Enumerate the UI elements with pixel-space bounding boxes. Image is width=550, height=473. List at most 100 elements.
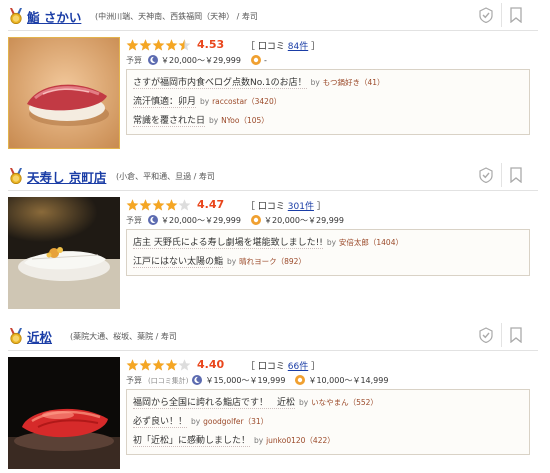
review-count-link[interactable]: 84件 — [288, 42, 308, 52]
header-separator — [8, 350, 538, 351]
quote-text[interactable]: 常識を覆された日 — [133, 116, 206, 127]
lunch-budget: - — [263, 56, 267, 65]
quote-by: by — [254, 436, 264, 445]
review-count: ［ 口コミ 66件 ］ — [246, 359, 320, 372]
lunch-budget: ￥10,000～￥14,999 — [308, 376, 389, 385]
quote-by: by — [227, 257, 237, 266]
restaurant-list: 鮨 さかい (中洲川端、天神南、西鉄福岡（天神） / 寿司 4.53 ［ 口コミ 84… — [0, 0, 550, 473]
quote-user[interactable]: 安倍太郎（1404） — [339, 238, 403, 247]
restaurant-name-link[interactable]: 天寿し 京町店 — [27, 167, 106, 186]
quote-text[interactable]: 必ず良い！！ — [133, 417, 188, 428]
budget-label: 予算 — [126, 56, 142, 65]
moon-icon — [148, 215, 158, 225]
restaurant-photo[interactable] — [8, 357, 120, 469]
restaurant-photo[interactable] — [8, 197, 120, 309]
star-empty-icon — [178, 199, 191, 211]
quote-user[interactable]: 晴れヨーク（892） — [239, 257, 306, 266]
quote-by: by — [200, 97, 210, 106]
restaurant-location: (中洲川端、天神南、西鉄福岡（天神） / 寿司 — [95, 12, 258, 21]
dinner-budget: ￥20,000～￥29,999 — [161, 216, 241, 225]
quote-text[interactable]: 江戸にはない太陽の鮨 — [133, 257, 224, 268]
quote-by: by — [310, 78, 320, 87]
quote-text[interactable]: 店主 天野氏による寿し劇場を堪能致しました!! — [133, 238, 323, 249]
lunch-budget: ￥20,000～￥29,999 — [263, 216, 344, 225]
rating-score: 4.53 — [197, 38, 225, 51]
star-full-icon — [126, 359, 139, 371]
star-full-icon — [165, 199, 178, 211]
quote-by: by — [326, 238, 337, 247]
budget-note: (口コミ集計) — [148, 377, 189, 385]
header-divider — [501, 3, 502, 27]
quote-user[interactable]: junko0120（422） — [266, 436, 335, 445]
visited-check-icon[interactable] — [478, 167, 494, 184]
quote-by: by — [299, 398, 309, 407]
review-count: ［ 口コミ 301件 ］ — [246, 199, 326, 212]
quote-text[interactable]: さすが福岡市内食べログ点数No.1のお店！ — [133, 78, 307, 89]
rating-stars — [126, 359, 192, 372]
star-full-icon — [126, 39, 139, 51]
dinner-budget: ￥20,000～￥29,999 — [161, 56, 241, 65]
sun-icon — [250, 215, 261, 225]
quote-by: by — [191, 417, 201, 426]
sun-icon — [250, 55, 261, 65]
star-full-icon — [126, 199, 139, 211]
review-count-link[interactable]: 66件 — [288, 362, 308, 372]
gold-medal-icon — [8, 8, 24, 25]
quote-user[interactable]: goodgolfer（31） — [203, 417, 268, 426]
quote-text[interactable]: 初「近松」に感動しました！ — [133, 436, 251, 447]
review-quote[interactable]: 初「近松」に感動しました！ by junko0120（422） — [133, 433, 523, 449]
quote-user[interactable]: いなやまん（552） — [311, 398, 378, 407]
review-label: 口コミ — [257, 42, 285, 52]
quote-user[interactable]: raccostar（3420） — [212, 97, 281, 106]
quote-user[interactable]: もつ鍋好き（41） — [323, 78, 385, 87]
gold-medal-icon — [8, 328, 24, 345]
star-full-icon — [152, 359, 165, 371]
dinner-budget: ￥15,000～￥19,999 — [205, 376, 286, 385]
visited-check-icon[interactable] — [478, 327, 494, 344]
budget-row: 予算 ￥20,000～￥29,999 - — [126, 55, 277, 66]
restaurant-photo[interactable] — [8, 37, 120, 149]
header-separator — [8, 30, 538, 31]
review-quote[interactable]: さすが福岡市内食べログ点数No.1のお店！ by もつ鍋好き（41） — [133, 75, 523, 91]
budget-label: 予算 — [126, 216, 142, 225]
review-count-link[interactable]: 301件 — [288, 202, 314, 212]
star-full-icon — [165, 39, 178, 51]
restaurant-card: 近松 (薬院大通、桜坂、薬院 / 寿司 4.40 ［ 口コミ 66件 ］ 予算 (口コミ集… — [0, 320, 538, 472]
quote-text[interactable]: 流汗慎適：卯月 — [133, 97, 197, 108]
bracket: ［ — [246, 42, 258, 52]
review-quotes: さすが福岡市内食べログ点数No.1のお店！ by もつ鍋好き（41） 流汗慎適：卯月… — [126, 69, 530, 135]
review-label: 口コミ — [257, 362, 285, 372]
restaurant-name-link[interactable]: 近松 — [27, 327, 52, 346]
header-divider — [501, 323, 502, 347]
quote-text[interactable]: 福岡から全国に誇れる鮨店です！ 近松 — [133, 398, 296, 409]
bracket: ］ — [308, 362, 321, 372]
review-quote[interactable]: 店主 天野氏による寿し劇場を堪能致しました!! by 安倍太郎（1404） — [133, 235, 523, 251]
visited-check-icon[interactable] — [478, 7, 494, 24]
star-full-icon — [152, 199, 165, 211]
sun-icon — [295, 375, 306, 385]
restaurant-location: (小倉、平和通、旦過 / 寿司 — [116, 172, 215, 181]
review-quotes: 福岡から全国に誇れる鮨店です！ 近松 by いなやまん（552） 必ず良い！！ by … — [126, 389, 530, 455]
gold-medal-icon — [8, 168, 24, 185]
review-quote[interactable]: 流汗慎適：卯月 by raccostar（3420） — [133, 94, 523, 110]
budget-label: 予算 — [126, 376, 142, 385]
quote-user[interactable]: NYoo（105） — [221, 116, 269, 125]
header-divider — [501, 163, 502, 187]
quote-by: by — [209, 116, 219, 125]
moon-icon — [192, 375, 203, 385]
budget-row: 予算 ￥20,000～￥29,999 ￥20,000～￥29,999 — [126, 215, 354, 226]
bracket: ［ — [246, 202, 258, 212]
review-count: ［ 口コミ 84件 ］ — [246, 39, 320, 52]
rating-score: 4.47 — [197, 198, 225, 211]
restaurant-location: (薬院大通、桜坂、薬院 / 寿司 — [70, 332, 177, 341]
bookmark-icon[interactable] — [510, 7, 522, 24]
review-quote[interactable]: 福岡から全国に誇れる鮨店です！ 近松 by いなやまん（552） — [133, 395, 523, 411]
review-quote[interactable]: 常識を覆された日 by NYoo（105） — [133, 113, 523, 129]
bracket: ］ — [308, 42, 321, 52]
review-quote[interactable]: 必ず良い！！ by goodgolfer（31） — [133, 414, 523, 430]
star-full-icon — [139, 359, 152, 371]
restaurant-name-link[interactable]: 鮨 さかい — [27, 7, 81, 26]
review-quote[interactable]: 江戸にはない太陽の鮨 by 晴れヨーク（892） — [133, 254, 523, 270]
bookmark-icon[interactable] — [510, 167, 522, 184]
bookmark-icon[interactable] — [510, 327, 522, 344]
